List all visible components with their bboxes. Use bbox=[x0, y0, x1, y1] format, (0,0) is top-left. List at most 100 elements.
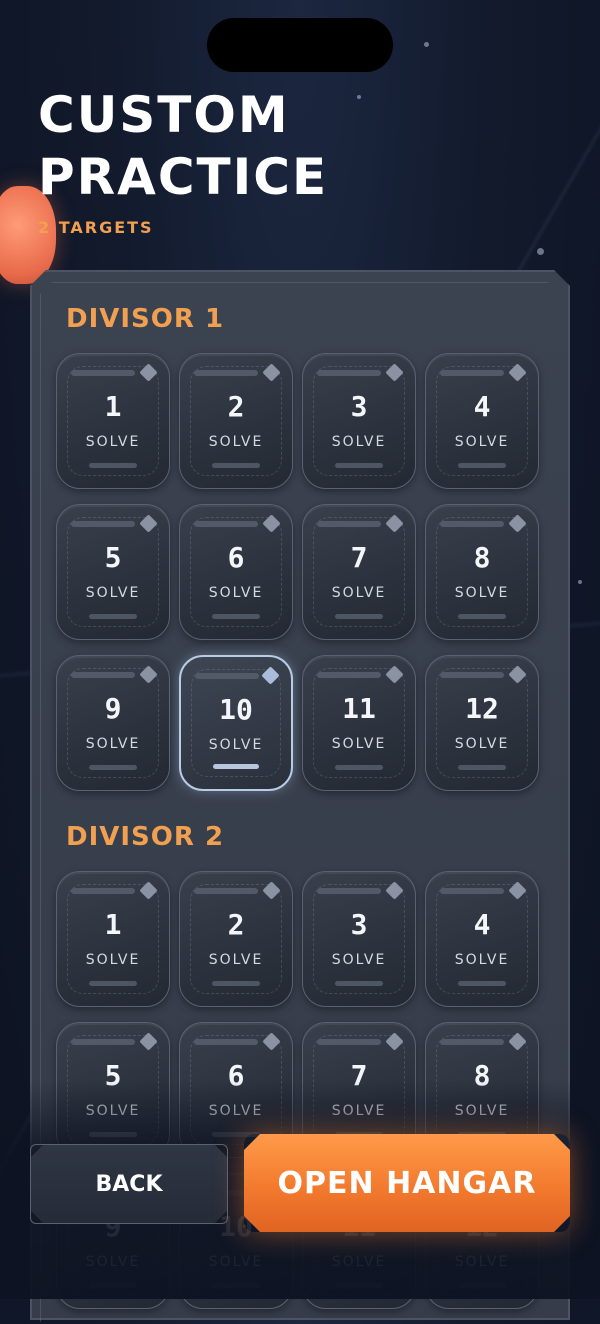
practice-tile[interactable]: 3 SOLVE bbox=[302, 871, 416, 1007]
tile-number: 5 bbox=[104, 541, 122, 574]
tile-top-bar bbox=[317, 1039, 381, 1045]
tile-progress-bar bbox=[458, 463, 506, 468]
tile-progress-bar bbox=[458, 981, 506, 986]
tile-number: 2 bbox=[227, 908, 245, 941]
tile-top-bar bbox=[440, 672, 504, 678]
practice-tile[interactable]: 11 SOLVE bbox=[302, 655, 416, 791]
tile-number: 2 bbox=[227, 390, 245, 423]
tile-solve-label: SOLVE bbox=[208, 952, 264, 968]
tile-top-bar bbox=[195, 673, 259, 679]
tile-top-bar bbox=[194, 888, 258, 894]
tile-number: 1 bbox=[104, 390, 122, 423]
tile-top-bar bbox=[440, 1039, 504, 1045]
tile-progress-bar bbox=[89, 463, 137, 468]
tile-solve-label: SOLVE bbox=[85, 585, 141, 601]
tile-top-bar bbox=[317, 370, 381, 376]
tile-solve-label: SOLVE bbox=[331, 434, 387, 450]
tile-top-bar bbox=[71, 521, 135, 527]
practice-tile[interactable]: 4 SOLVE bbox=[425, 871, 539, 1007]
tile-solve-label: SOLVE bbox=[454, 1254, 510, 1270]
tile-progress-bar bbox=[212, 614, 260, 619]
tile-top-bar bbox=[440, 521, 504, 527]
tile-top-bar bbox=[440, 370, 504, 376]
tile-number: 6 bbox=[227, 1059, 245, 1092]
tile-progress-bar bbox=[89, 1283, 137, 1288]
section-title-divisor-2: DIVISOR 2 bbox=[66, 822, 225, 852]
tile-top-bar bbox=[71, 672, 135, 678]
tile-top-bar bbox=[194, 370, 258, 376]
tile-top-bar bbox=[440, 888, 504, 894]
tile-progress-bar bbox=[213, 764, 259, 769]
tile-solve-label: SOLVE bbox=[454, 585, 510, 601]
tile-number: 3 bbox=[350, 390, 368, 423]
tile-solve-label: SOLVE bbox=[208, 1103, 264, 1119]
practice-tile[interactable]: 2 SOLVE bbox=[179, 353, 293, 489]
page-title-line2: PRACTICE bbox=[38, 148, 329, 206]
tile-progress-bar bbox=[335, 1283, 383, 1288]
tile-progress-bar bbox=[458, 614, 506, 619]
tile-solve-label: SOLVE bbox=[331, 736, 387, 752]
background-star bbox=[578, 580, 582, 584]
tile-solve-label: SOLVE bbox=[454, 1103, 510, 1119]
practice-tile[interactable]: 12 SOLVE bbox=[425, 655, 539, 791]
practice-tile[interactable]: 5 SOLVE bbox=[56, 504, 170, 640]
tile-number: 12 bbox=[465, 692, 499, 725]
tile-number: 3 bbox=[350, 908, 368, 941]
practice-tile[interactable]: 6 SOLVE bbox=[179, 504, 293, 640]
open-hangar-button[interactable]: OPEN HANGAR bbox=[244, 1134, 570, 1232]
tile-progress-bar bbox=[89, 1132, 137, 1137]
device-notch bbox=[207, 18, 393, 72]
tile-solve-label: SOLVE bbox=[208, 1254, 264, 1270]
tile-progress-bar bbox=[458, 1283, 506, 1288]
practice-tile[interactable]: 1 SOLVE bbox=[56, 353, 170, 489]
tile-number: 8 bbox=[473, 541, 491, 574]
tile-number: 11 bbox=[342, 692, 376, 725]
tile-number: 8 bbox=[473, 1059, 491, 1092]
practice-tile[interactable]: 10 SOLVE bbox=[179, 655, 293, 791]
tile-solve-label: SOLVE bbox=[208, 585, 264, 601]
tile-solve-label: SOLVE bbox=[85, 1103, 141, 1119]
tile-top-bar bbox=[317, 888, 381, 894]
tile-solve-label: SOLVE bbox=[85, 952, 141, 968]
practice-tile[interactable]: 9 SOLVE bbox=[56, 655, 170, 791]
practice-tile[interactable]: 1 SOLVE bbox=[56, 871, 170, 1007]
tile-solve-label: SOLVE bbox=[85, 736, 141, 752]
practice-tile[interactable]: 3 SOLVE bbox=[302, 353, 416, 489]
tile-solve-label: SOLVE bbox=[454, 952, 510, 968]
tile-solve-label: SOLVE bbox=[85, 434, 141, 450]
tile-number: 4 bbox=[473, 908, 491, 941]
tile-top-bar bbox=[317, 672, 381, 678]
practice-tile[interactable]: 8 SOLVE bbox=[425, 504, 539, 640]
tile-number: 9 bbox=[104, 692, 122, 725]
tile-progress-bar bbox=[212, 463, 260, 468]
tile-progress-bar bbox=[212, 1283, 260, 1288]
back-button[interactable]: BACK bbox=[30, 1144, 228, 1224]
tile-number: 7 bbox=[350, 541, 368, 574]
page-title-line1: CUSTOM bbox=[38, 86, 290, 144]
tile-number: 4 bbox=[473, 390, 491, 423]
tile-progress-bar bbox=[458, 765, 506, 770]
tile-number: 5 bbox=[104, 1059, 122, 1092]
tile-progress-bar bbox=[89, 765, 137, 770]
tile-progress-bar bbox=[335, 614, 383, 619]
practice-tile[interactable]: 5 SOLVE bbox=[56, 1022, 170, 1158]
tile-progress-bar bbox=[335, 765, 383, 770]
tile-progress-bar bbox=[335, 463, 383, 468]
tile-solve-label: SOLVE bbox=[85, 1254, 141, 1270]
tile-solve-label: SOLVE bbox=[454, 736, 510, 752]
practice-tile[interactable]: 2 SOLVE bbox=[179, 871, 293, 1007]
tile-progress-bar bbox=[89, 614, 137, 619]
tile-number: 1 bbox=[104, 908, 122, 941]
background-star bbox=[424, 42, 429, 47]
tile-number: 6 bbox=[227, 541, 245, 574]
tile-progress-bar bbox=[212, 1132, 260, 1137]
tile-number: 7 bbox=[350, 1059, 368, 1092]
tile-solve-label: SOLVE bbox=[454, 434, 510, 450]
tile-solve-label: SOLVE bbox=[208, 434, 264, 450]
tile-solve-label: SOLVE bbox=[331, 585, 387, 601]
tile-progress-bar bbox=[335, 981, 383, 986]
practice-tile[interactable]: 4 SOLVE bbox=[425, 353, 539, 489]
practice-tile[interactable]: 7 SOLVE bbox=[302, 504, 416, 640]
tile-top-bar bbox=[71, 370, 135, 376]
tile-solve-label: SOLVE bbox=[331, 1254, 387, 1270]
